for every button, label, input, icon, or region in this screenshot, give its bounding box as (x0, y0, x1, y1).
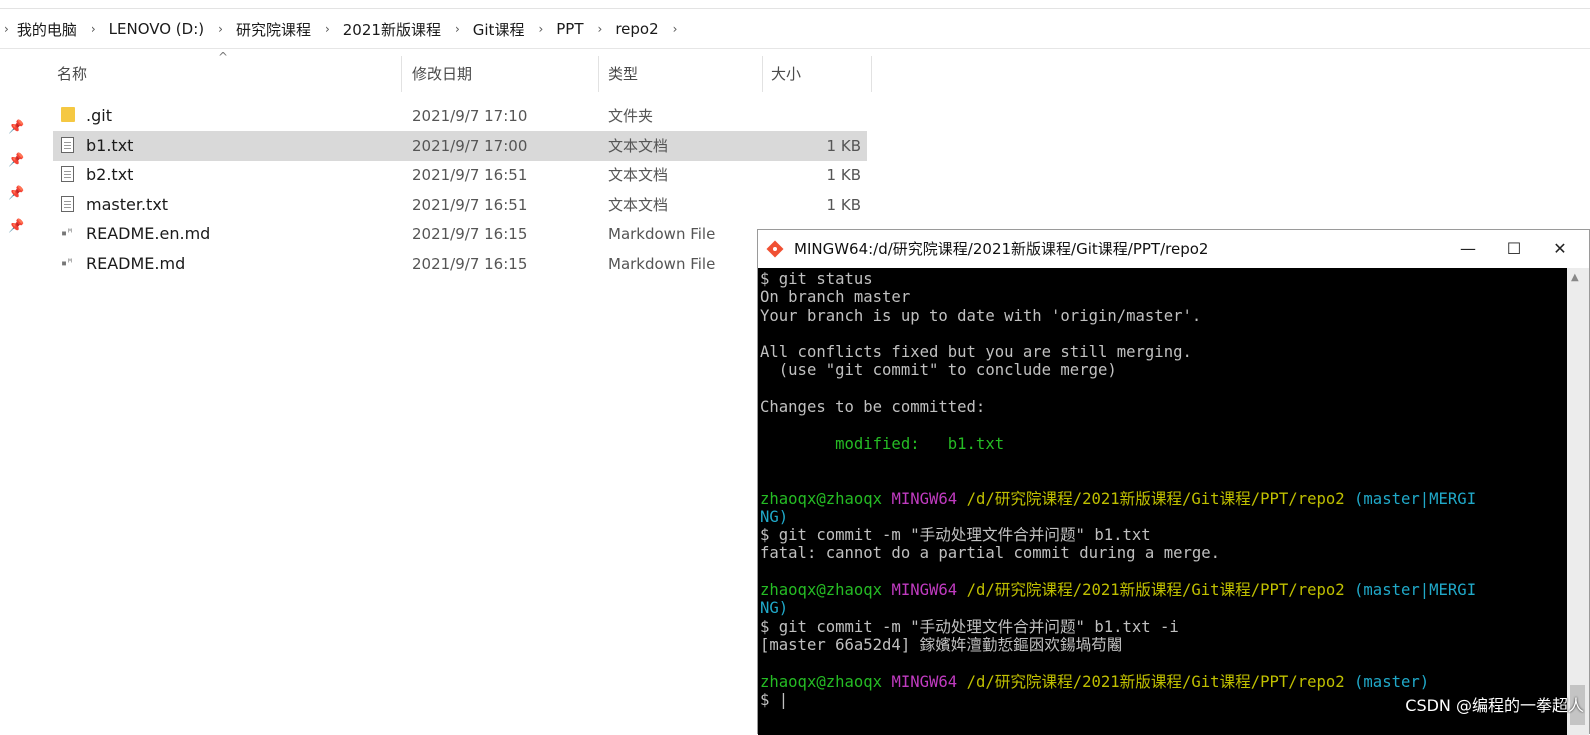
column-header-type[interactable]: 类型 (608, 56, 638, 92)
breadcrumb-item-my-computer[interactable]: 我的电脑 (17, 19, 77, 40)
terminal-line: zhaoqx@zhaoqx MINGW64 /d/研究院课程/2021新版课程/… (760, 489, 1477, 508)
minimize-button[interactable]: — (1445, 230, 1491, 268)
scroll-up-icon[interactable]: ▲ (1571, 272, 1579, 283)
breadcrumb-item-drive[interactable]: LENOVO (D:) (109, 20, 204, 38)
chevron-right-icon[interactable]: › (325, 22, 330, 36)
text-file-icon (61, 137, 77, 155)
file-row[interactable]: master.txt 2021/9/7 16:51 文本文档 1 KB (53, 190, 867, 220)
terminal-line: zhaoqx@zhaoqx MINGW64 /d/研究院课程/2021新版课程/… (760, 581, 1477, 600)
breadcrumb-item-folder[interactable]: PPT (556, 20, 583, 38)
terminal-line: Changes to be committed: (760, 398, 986, 417)
column-divider[interactable] (598, 56, 599, 92)
file-type: Markdown File (608, 255, 716, 273)
breadcrumb[interactable]: › 我的电脑 › LENOVO (D:) › 研究院课程 › 2021新版课程 … (0, 18, 690, 40)
terminal-window[interactable]: MINGW64:/d/研究院课程/2021新版课程/Git课程/PPT/repo… (757, 229, 1590, 735)
file-row[interactable]: ▪ᴹ README.md 2021/9/7 16:15 Markdown Fil… (53, 249, 867, 279)
terminal-line: fatal: cannot do a partial commit during… (760, 544, 1221, 563)
text-file-icon (61, 166, 77, 184)
toolbar-divider (0, 8, 1590, 9)
file-name: .git (86, 106, 112, 125)
terminal-line: $ git commit -m "手动处理文件合并问题" b1.txt (760, 526, 1151, 545)
pin-icon[interactable]: 📌 (8, 120, 24, 136)
file-date: 2021/9/7 16:15 (412, 255, 528, 273)
column-header-size[interactable]: 大小 (771, 56, 801, 92)
chevron-right-icon[interactable]: › (673, 22, 678, 36)
terminal-output[interactable]: $ git status On branch master Your branc… (758, 268, 1589, 735)
maximize-button[interactable]: ☐ (1491, 230, 1537, 268)
terminal-line: NG) (760, 599, 789, 618)
chevron-right-icon[interactable]: › (455, 22, 460, 36)
file-name: README.md (86, 254, 186, 273)
terminal-line: $ git status (760, 270, 873, 288)
markdown-file-icon: ▪ᴹ (61, 258, 74, 269)
file-size: 1 KB (826, 196, 861, 214)
terminal-line: NG) (760, 507, 789, 526)
terminal-line: (use "git commit" to conclude merge) (760, 361, 1117, 380)
sort-ascending-icon: ^ (218, 50, 229, 64)
file-date: 2021/9/7 17:10 (412, 107, 528, 125)
breadcrumb-item-folder[interactable]: 研究院课程 (236, 19, 311, 40)
file-size: 1 KB (826, 137, 861, 155)
terminal-line: $ git commit -m "手动处理文件合并问题" b1.txt -i (760, 617, 1179, 636)
file-name: b2.txt (86, 165, 134, 184)
folder-icon (61, 107, 77, 125)
git-bash-icon (766, 240, 784, 258)
pin-icon[interactable]: 📌 (8, 219, 24, 235)
terminal-line: modified: b1.txt (760, 434, 1005, 453)
file-type: 文本文档 (608, 166, 669, 184)
markdown-file-icon: ▪ᴹ (61, 228, 74, 239)
terminal-line: [master 66a52d4] 鎵嬪姩澶勭悊鏂囦欢鍚堝苟闂 (760, 635, 1123, 654)
file-row[interactable]: ▪ᴹ README.en.md 2021/9/7 16:15 Markdown … (53, 219, 867, 249)
file-name: README.en.md (86, 224, 211, 243)
file-date: 2021/9/7 16:51 (412, 196, 528, 214)
file-size: 1 KB (826, 166, 861, 184)
terminal-line: zhaoqx@zhaoqx MINGW64 /d/研究院课程/2021新版课程/… (760, 672, 1430, 691)
file-type: 文本文档 (608, 196, 669, 214)
pin-icon[interactable]: 📌 (8, 186, 24, 202)
column-divider[interactable] (401, 56, 402, 92)
chevron-right-icon[interactable]: › (4, 22, 9, 36)
chevron-right-icon[interactable]: › (538, 22, 543, 36)
watermark: CSDN @编程的一拳超人 (1405, 696, 1584, 715)
chevron-right-icon[interactable]: › (91, 22, 96, 36)
scrollbar[interactable]: ▲ (1567, 268, 1589, 735)
file-row[interactable]: b2.txt 2021/9/7 16:51 文本文档 1 KB (53, 160, 867, 190)
file-name: master.txt (86, 195, 169, 214)
breadcrumb-item-folder[interactable]: 2021新版课程 (343, 19, 441, 40)
breadcrumb-item-folder[interactable]: Git课程 (473, 19, 525, 40)
file-date: 2021/9/7 16:51 (412, 166, 528, 184)
divider (0, 48, 1590, 49)
column-header-date[interactable]: 修改日期 (412, 56, 472, 92)
file-name: b1.txt (86, 136, 134, 155)
file-type: 文件夹 (608, 107, 654, 125)
terminal-title: MINGW64:/d/研究院课程/2021新版课程/Git课程/PPT/repo… (794, 240, 1209, 258)
file-row-selected[interactable]: b1.txt 2021/9/7 17:00 文本文档 1 KB (53, 131, 867, 161)
column-header-name[interactable]: 名称 (57, 56, 87, 92)
text-file-icon (61, 196, 77, 214)
terminal-line: All conflicts fixed but you are still me… (760, 343, 1192, 362)
terminal-line: $ | (760, 690, 789, 709)
column-divider[interactable] (762, 56, 763, 92)
column-divider[interactable] (871, 56, 872, 92)
file-date: 2021/9/7 17:00 (412, 137, 528, 155)
file-type: 文本文档 (608, 137, 669, 155)
file-row[interactable]: .git 2021/9/7 17:10 文件夹 (53, 101, 867, 131)
file-type: Markdown File (608, 225, 716, 243)
terminal-line: On branch master (760, 288, 911, 307)
terminal-text[interactable]: $ git status On branch master Your branc… (760, 270, 1476, 709)
terminal-line: Your branch is up to date with 'origin/m… (760, 306, 1202, 325)
close-button[interactable]: ✕ (1537, 230, 1583, 268)
file-date: 2021/9/7 16:15 (412, 225, 528, 243)
pin-icon[interactable]: 📌 (8, 153, 24, 169)
chevron-right-icon[interactable]: › (598, 22, 603, 36)
chevron-right-icon[interactable]: › (218, 22, 223, 36)
breadcrumb-item-current[interactable]: repo2 (615, 20, 658, 38)
terminal-titlebar[interactable]: MINGW64:/d/研究院课程/2021新版课程/Git课程/PPT/repo… (758, 230, 1589, 268)
